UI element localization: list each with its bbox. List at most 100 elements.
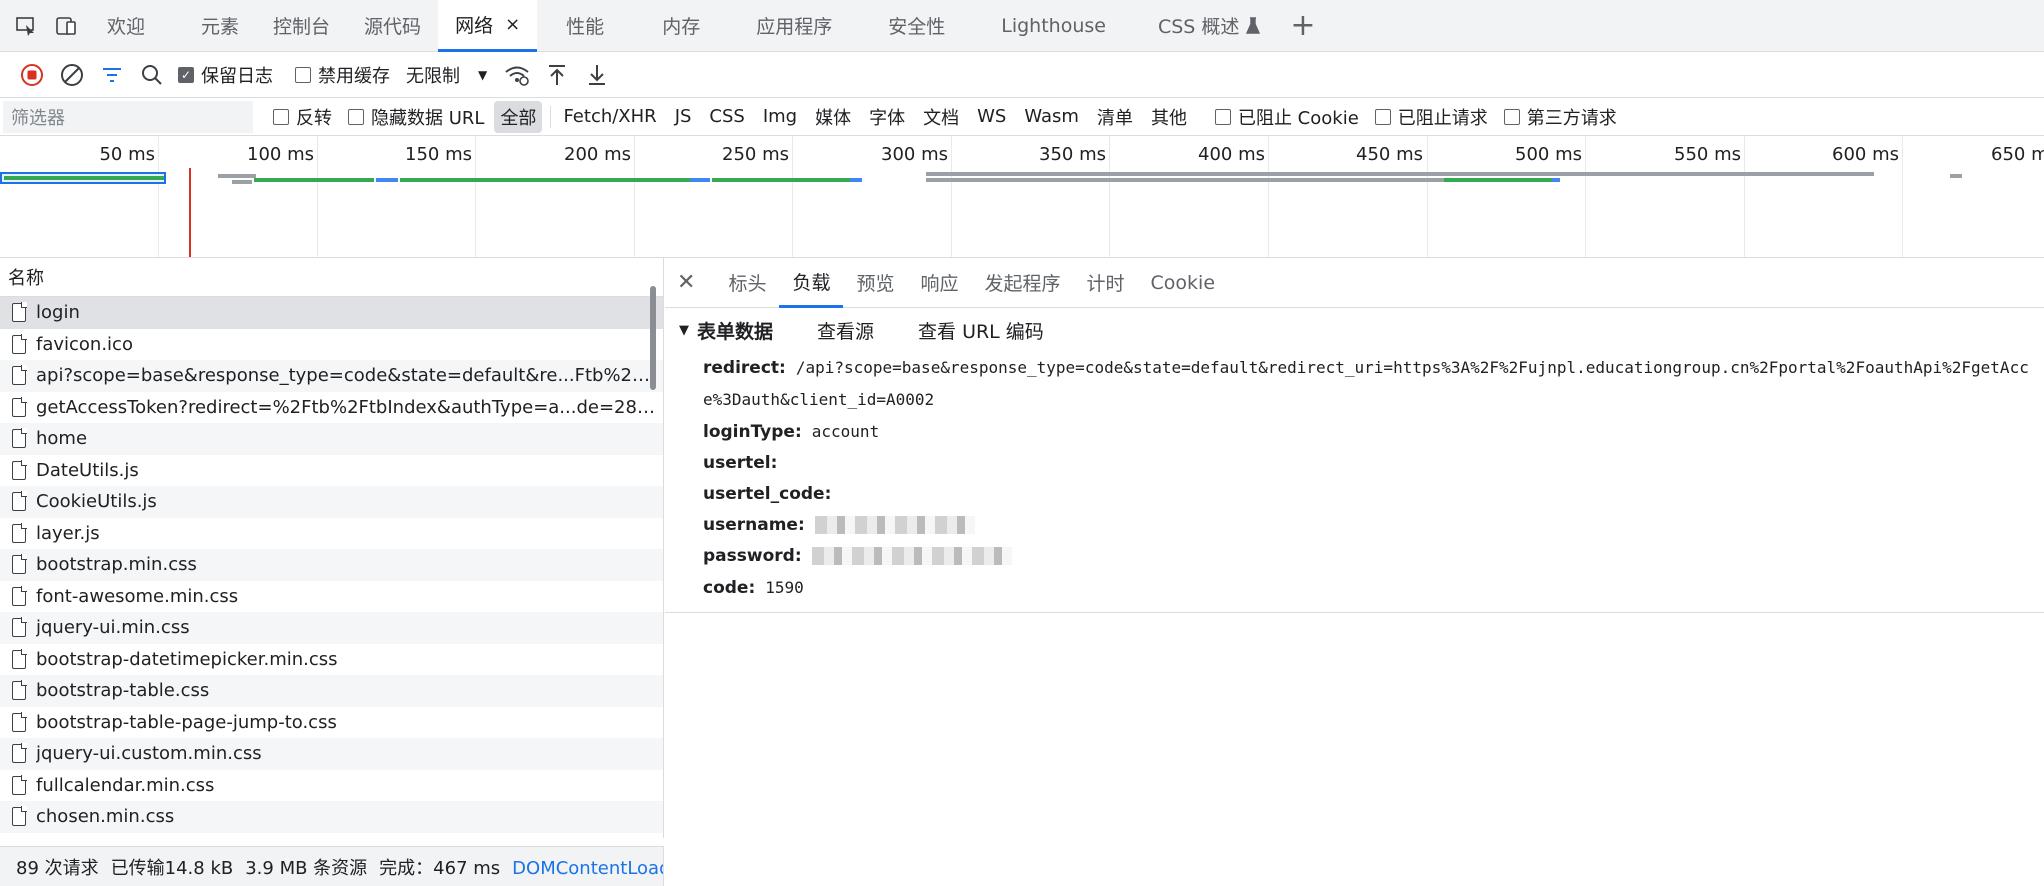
tick-label: 400 ms: [1198, 144, 1265, 165]
filter-type-fetch-xhr[interactable]: Fetch/XHR: [557, 103, 662, 130]
table-row[interactable]: getAccessToken?redirect=%2Ftb%2FtbIndex&…: [0, 392, 663, 424]
filter-type-img[interactable]: Img: [757, 103, 803, 130]
tab-headers[interactable]: 标头: [715, 258, 779, 308]
tick-label: 650 ms: [1991, 144, 2044, 165]
invert-checkbox[interactable]: 反转: [273, 104, 332, 130]
import-har-button[interactable]: [537, 55, 577, 95]
document-icon: [12, 585, 27, 606]
tab-label: 网络: [455, 14, 494, 37]
table-row[interactable]: bootstrap-datetimepicker.min.css: [0, 644, 663, 676]
document-icon: [12, 774, 27, 795]
close-icon[interactable]: ✕: [677, 270, 695, 295]
filter-toggle-button[interactable]: [92, 55, 132, 95]
blocked-cookies-checkbox[interactable]: 已阻止 Cookie: [1214, 104, 1359, 130]
request-name: home: [36, 428, 88, 450]
tab-memory[interactable]: 内存: [645, 0, 717, 52]
search-button[interactable]: [132, 55, 172, 95]
device-toolbar-icon[interactable]: [46, 0, 86, 52]
table-row[interactable]: api?scope=base&response_type=code&state=…: [0, 360, 663, 392]
filter-type-all[interactable]: 全部: [494, 100, 543, 133]
filter-type-font[interactable]: 字体: [863, 101, 911, 133]
name-column-header[interactable]: 名称: [0, 258, 663, 297]
table-row[interactable]: login: [0, 297, 663, 329]
filter-type-media[interactable]: 媒体: [809, 101, 857, 133]
form-data-section-header[interactable]: ▼ 表单数据 查看源 查看 URL 编码: [665, 308, 2044, 352]
throttling-select[interactable]: 无限制 ▼: [406, 62, 487, 88]
checkbox-label: 已阻止 Cookie: [1237, 107, 1359, 129]
view-source-link[interactable]: 查看源: [817, 317, 874, 344]
filter-type-doc[interactable]: 文档: [917, 101, 965, 133]
request-name: bootstrap-table.css: [36, 680, 210, 702]
request-name: fullcalendar.min.css: [36, 774, 215, 796]
tab-preview[interactable]: 预览: [843, 258, 907, 308]
tab-elements[interactable]: 元素: [184, 0, 256, 52]
blocked-requests-checkbox[interactable]: 已阻止请求: [1374, 104, 1488, 130]
tab-lighthouse[interactable]: Lighthouse: [984, 0, 1123, 52]
request-name: bootstrap.min.css: [36, 554, 197, 576]
tab-cookies[interactable]: Cookie: [1138, 258, 1229, 308]
checkbox-checked-icon: ✓: [178, 67, 194, 83]
table-row[interactable]: jquery-ui.min.css: [0, 612, 663, 644]
filter-type-wasm[interactable]: Wasm: [1018, 103, 1085, 130]
disable-cache-checkbox[interactable]: 禁用缓存: [295, 62, 390, 88]
add-tab-icon[interactable]: +: [1278, 8, 1327, 43]
tick-label: 350 ms: [1039, 144, 1106, 165]
tab-css-overview[interactable]: CSS 概述: [1141, 0, 1278, 52]
table-row[interactable]: CookieUtils.js: [0, 486, 663, 518]
export-har-button[interactable]: [577, 55, 617, 95]
table-row[interactable]: layer.js: [0, 518, 663, 550]
tab-welcome[interactable]: 欢迎: [90, 0, 162, 52]
tab-sources[interactable]: 源代码: [347, 0, 438, 52]
filter-input[interactable]: 筛选器: [3, 100, 253, 133]
tick-label: 450 ms: [1356, 144, 1423, 165]
filter-type-other[interactable]: 其他: [1145, 101, 1193, 133]
table-row[interactable]: jquery-ui.custom.min.css: [0, 738, 663, 770]
resources-size: 3.9 MB 条资源: [245, 857, 368, 879]
checkbox-icon: [1374, 108, 1391, 125]
table-row[interactable]: bootstrap.min.css: [0, 549, 663, 581]
tab-application[interactable]: 应用程序: [739, 0, 849, 52]
tab-payload[interactable]: 负载: [779, 258, 844, 308]
tab-security[interactable]: 安全性: [871, 0, 962, 52]
table-row[interactable]: home: [0, 423, 663, 455]
third-party-checkbox[interactable]: 第三方请求: [1503, 104, 1617, 130]
hide-data-url-checkbox[interactable]: 隐藏数据 URL: [348, 104, 484, 130]
checkbox-label: 禁用缓存: [318, 66, 390, 87]
request-list-scrollbar[interactable]: [650, 286, 656, 390]
param-key: loginType:: [703, 422, 802, 442]
tick-label: 300 ms: [881, 144, 948, 165]
record-stop-button[interactable]: [12, 55, 52, 95]
close-tab-icon[interactable]: ×: [505, 14, 520, 35]
table-row[interactable]: DateUtils.js: [0, 455, 663, 487]
filter-type-js[interactable]: JS: [669, 103, 698, 130]
tab-initiator[interactable]: 发起程序: [972, 258, 1074, 308]
tab-network[interactable]: 网络 ×: [438, 0, 538, 52]
tab-console[interactable]: 控制台: [256, 0, 347, 52]
network-toolbar: ✓ 保留日志 禁用缓存 无限制 ▼: [0, 53, 2044, 98]
load-marker: [189, 168, 191, 257]
tab-timing[interactable]: 计时: [1074, 258, 1138, 308]
filter-type-manifest[interactable]: 清单: [1091, 101, 1139, 133]
tick-label: 250 ms: [722, 144, 789, 165]
tab-performance[interactable]: 性能: [549, 0, 621, 52]
table-row[interactable]: bootstrap-table-page-jump-to.css: [0, 707, 663, 739]
table-row[interactable]: favicon.ico: [0, 329, 663, 361]
tab-response[interactable]: 响应: [907, 258, 971, 308]
tab-label: 发起程序: [984, 273, 1061, 295]
table-row[interactable]: fullcalendar.min.css: [0, 770, 663, 802]
clear-button[interactable]: [52, 55, 92, 95]
preserve-log-checkbox[interactable]: ✓ 保留日志: [178, 62, 273, 88]
view-url-encoded-link[interactable]: 查看 URL 编码: [918, 317, 1044, 344]
timeline-overview[interactable]: 50 ms 100 ms 150 ms 200 ms 250 ms 300 ms…: [0, 136, 2044, 258]
network-conditions-button[interactable]: [497, 55, 537, 95]
tab-label: 内存: [662, 16, 701, 38]
table-row[interactable]: chosen.min.css: [0, 801, 663, 833]
expand-triangle-icon[interactable]: ▼: [679, 323, 689, 338]
table-row[interactable]: bootstrap-table.css: [0, 675, 663, 707]
filter-type-ws[interactable]: WS: [971, 103, 1012, 130]
inspect-element-icon[interactable]: [6, 0, 46, 52]
table-row[interactable]: font-awesome.min.css: [0, 581, 663, 613]
tick-label: 550 ms: [1674, 144, 1741, 165]
filter-type-css[interactable]: CSS: [703, 103, 750, 130]
clear-icon: [61, 64, 83, 86]
